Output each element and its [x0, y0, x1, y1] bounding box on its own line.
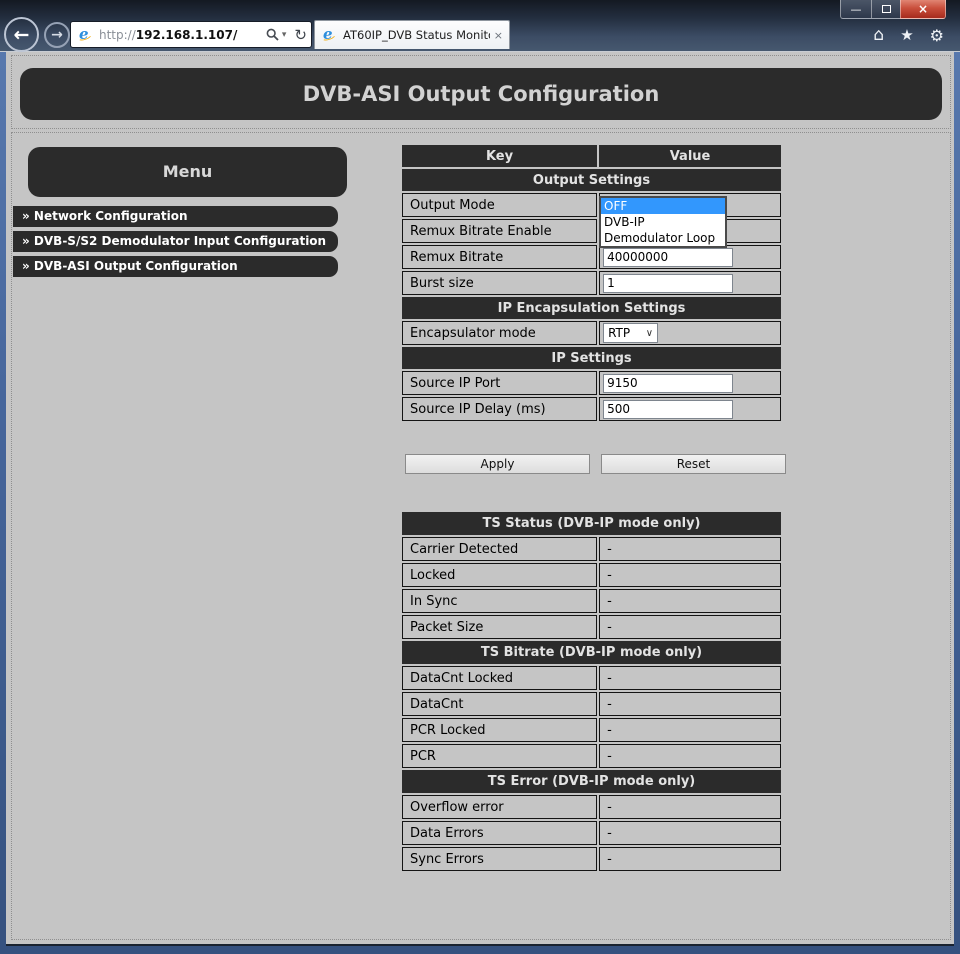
tab-title: AT60IP_DVB Status Monitor...	[343, 28, 490, 42]
forward-icon: →	[51, 27, 63, 43]
table-header-row: Key Value	[402, 145, 781, 167]
action-buttons: Apply Reset	[405, 454, 950, 474]
status-table: TS Status (DVB-IP mode only) Carrier Det…	[400, 510, 783, 873]
url-scheme: http://	[99, 28, 136, 42]
close-icon: ×	[918, 2, 928, 16]
apply-button[interactable]: Apply	[405, 454, 590, 474]
search-caret-icon[interactable]: ▾	[282, 30, 287, 40]
overflow-error-value: -	[599, 795, 781, 819]
source-ip-delay-label: Source IP Delay (ms)	[402, 397, 597, 421]
table-row: DataCnt-	[402, 692, 781, 716]
source-ip-port-input[interactable]	[603, 374, 733, 393]
page-content: DVB-ASI Output Configuration Menu » Netw…	[6, 52, 954, 946]
section-ts-error: TS Error (DVB-IP mode only)	[402, 770, 781, 793]
url-host: 192.168.1.107/	[136, 28, 238, 42]
content-frame: Menu » Network Configuration » DVB-S/S2 …	[11, 132, 951, 940]
tab-ie-icon: e	[321, 27, 337, 43]
section-ip-settings: IP Settings	[402, 347, 781, 369]
home-icon[interactable]: ⌂	[873, 25, 884, 45]
pcr-locked-value: -	[599, 718, 781, 742]
column-header-value: Value	[599, 145, 781, 167]
in-sync-value: -	[599, 589, 781, 613]
output-mode-dropdown: OFF DVB-IP Demodulator Loop	[599, 196, 727, 248]
url-text[interactable]: http://192.168.1.107/	[99, 28, 266, 42]
table-row: Packet Size-	[402, 615, 781, 639]
config-table: Key Value Output Settings Output Mode Re…	[400, 143, 783, 423]
section-ts-status: TS Status (DVB-IP mode only)	[402, 512, 781, 535]
back-button[interactable]: ←	[4, 17, 39, 52]
table-row: In Sync-	[402, 589, 781, 613]
table-row: DataCnt Locked-	[402, 666, 781, 690]
section-row: IP Encapsulation Settings	[402, 297, 781, 319]
address-bar[interactable]: e http://192.168.1.107/ ▾ ↻	[70, 21, 312, 48]
search-icon[interactable]	[266, 28, 279, 41]
table-row: Source IP Delay (ms)	[402, 397, 781, 421]
table-row: Carrier Detected-	[402, 537, 781, 561]
encapsulator-mode-label: Encapsulator mode	[402, 321, 597, 345]
section-ip-encapsulation-settings: IP Encapsulation Settings	[402, 297, 781, 319]
forward-button[interactable]: →	[44, 22, 70, 48]
chevron-down-icon: ∨	[646, 328, 653, 339]
column-header-key: Key	[402, 145, 597, 167]
gear-icon[interactable]: ⚙	[930, 26, 944, 45]
back-icon: ←	[14, 24, 30, 46]
burst-size-input[interactable]	[603, 274, 733, 293]
table-row: Overflow error-	[402, 795, 781, 819]
table-row: Source IP Port	[402, 371, 781, 395]
table-row: Sync Errors-	[402, 847, 781, 871]
sync-errors-value: -	[599, 847, 781, 871]
favorites-star-icon[interactable]: ★	[900, 26, 913, 44]
sidebar-item-dvbs-demodulator-input-configuration[interactable]: » DVB-S/S2 Demodulator Input Configurati…	[13, 231, 338, 252]
table-row: Data Errors-	[402, 821, 781, 845]
browser-tab[interactable]: e AT60IP_DVB Status Monitor... ×	[314, 20, 510, 49]
table-row: Locked-	[402, 563, 781, 587]
section-row: Output Settings	[402, 169, 781, 191]
browser-chrome: — × ← → e http://192.168.1.107/ ▾	[0, 0, 960, 52]
table-row: PCR-	[402, 744, 781, 768]
tab-close-icon[interactable]: ×	[494, 29, 503, 42]
sidebar-item-network-configuration[interactable]: » Network Configuration	[13, 206, 338, 227]
burst-size-label: Burst size	[402, 271, 597, 295]
source-ip-delay-input[interactable]	[603, 400, 733, 419]
datacnt-value: -	[599, 692, 781, 716]
remux-bitrate-enable-label: Remux Bitrate Enable	[402, 219, 597, 243]
dropdown-option-demodulator-loop[interactable]: Demodulator Loop	[601, 230, 725, 246]
table-row: Remux Bitrate	[402, 245, 781, 269]
sidebar-item-dvbasi-output-configuration[interactable]: » DVB-ASI Output Configuration	[13, 256, 338, 277]
output-mode-label: Output Mode	[402, 193, 597, 217]
packet-size-value: -	[599, 615, 781, 639]
dropdown-option-dvb-ip[interactable]: DVB-IP	[601, 214, 725, 230]
refresh-icon[interactable]: ↻	[294, 26, 307, 44]
menu-title: Menu	[28, 147, 347, 197]
remux-bitrate-input[interactable]	[603, 248, 733, 267]
pcr-value: -	[599, 744, 781, 768]
navigation-bar: ← → e http://192.168.1.107/ ▾ ↻	[0, 17, 960, 52]
maximize-icon	[882, 5, 891, 13]
remux-bitrate-label: Remux Bitrate	[402, 245, 597, 269]
source-ip-port-label: Source IP Port	[402, 371, 597, 395]
menu-sidebar: Menu » Network Configuration » DVB-S/S2 …	[12, 133, 394, 939]
minimize-icon: —	[851, 3, 862, 16]
table-row: Burst size	[402, 271, 781, 295]
table-row: PCR Locked-	[402, 718, 781, 742]
reset-button[interactable]: Reset	[601, 454, 786, 474]
browser-window: — × ← → e http://192.168.1.107/ ▾	[0, 0, 960, 954]
data-errors-value: -	[599, 821, 781, 845]
dropdown-option-off[interactable]: OFF	[601, 198, 725, 214]
locked-value: -	[599, 563, 781, 587]
datacnt-locked-value: -	[599, 666, 781, 690]
table-row: Encapsulator mode RTP ∨	[402, 321, 781, 345]
page-title: DVB-ASI Output Configuration	[20, 68, 942, 120]
section-ts-bitrate: TS Bitrate (DVB-IP mode only)	[402, 641, 781, 664]
carrier-detected-value: -	[599, 537, 781, 561]
title-frame: DVB-ASI Output Configuration	[11, 55, 951, 129]
section-row: IP Settings	[402, 347, 781, 369]
section-output-settings: Output Settings	[402, 169, 781, 191]
ie-icon: e	[77, 27, 93, 43]
encapsulator-mode-select[interactable]: RTP ∨	[603, 323, 658, 343]
main-content: Key Value Output Settings Output Mode Re…	[394, 133, 950, 939]
